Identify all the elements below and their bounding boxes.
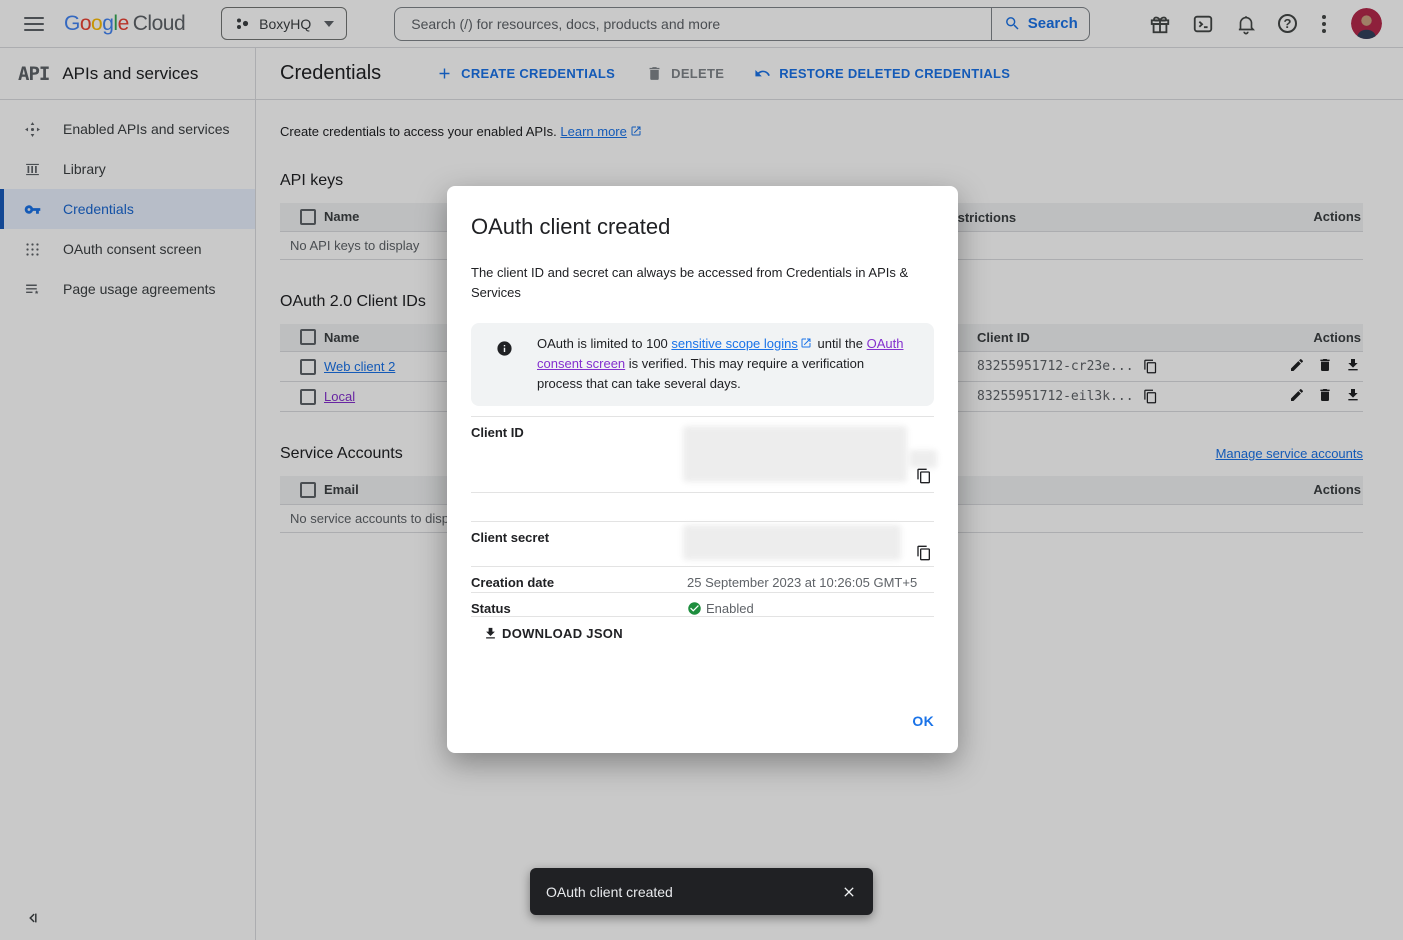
status-badge: Enabled <box>706 601 754 616</box>
notice-text-1: OAuth is limited to 100 <box>537 336 671 351</box>
client-id-row: Client ID <box>471 416 934 492</box>
download-json-label: DOWNLOAD JSON <box>502 626 623 641</box>
dialog-title: OAuth client created <box>471 214 934 240</box>
client-id-redacted <box>683 426 907 482</box>
credential-details: Client ID Client secret Creation date 25… <box>471 416 934 617</box>
client-secret-row: Client secret <box>471 521 934 566</box>
status-row: Status Enabled <box>471 592 934 617</box>
client-id-redacted <box>909 450 937 468</box>
client-secret-redacted <box>683 525 901 560</box>
notice-text-2: until the <box>814 336 867 351</box>
info-icon <box>496 340 513 357</box>
ok-button[interactable]: OK <box>912 713 934 729</box>
oauth-client-created-dialog: OAuth client created The client ID and s… <box>447 186 958 753</box>
check-circle-icon <box>687 601 702 616</box>
creation-date-row: Creation date 25 September 2023 at 10:26… <box>471 566 934 592</box>
snackbar: OAuth client created <box>530 868 873 915</box>
download-icon <box>483 626 498 641</box>
snackbar-message: OAuth client created <box>546 884 673 900</box>
dialog-description: The client ID and secret can always be a… <box>471 263 919 303</box>
close-icon[interactable] <box>841 884 857 900</box>
sensitive-scope-logins-link[interactable]: sensitive scope logins <box>671 336 797 351</box>
creation-date-label: Creation date <box>471 567 687 592</box>
copy-icon[interactable] <box>916 545 932 561</box>
client-id-label: Client ID <box>471 417 687 492</box>
external-link-icon <box>800 337 812 349</box>
spacer-row <box>471 492 934 521</box>
oauth-limit-notice: OAuth is limited to 100 sensitive scope … <box>471 323 934 406</box>
download-json-button[interactable]: DOWNLOAD JSON <box>483 626 623 641</box>
google-cloud-console: GoogleCloud BoxyHQ Search (/) for resour… <box>0 0 1403 940</box>
client-secret-label: Client secret <box>471 522 687 566</box>
status-label: Status <box>471 593 687 616</box>
copy-icon[interactable] <box>916 468 932 484</box>
creation-date-value: 25 September 2023 at 10:26:05 GMT+5 <box>687 567 934 592</box>
